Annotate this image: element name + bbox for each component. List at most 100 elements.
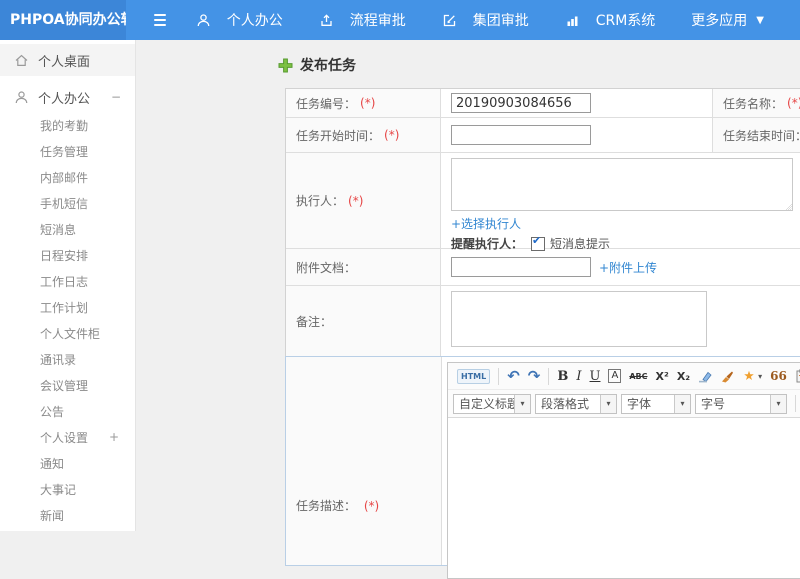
sidebar-item-label: 通讯录: [40, 352, 77, 367]
sidebar-item-personal-files[interactable]: 个人文件柜: [0, 320, 135, 346]
editor-content[interactable]: [448, 418, 800, 578]
sidebar-item-work-log[interactable]: 工作日志: [0, 268, 135, 294]
sidebar-item-mobile-sms[interactable]: 手机短信: [0, 190, 135, 216]
eraser-icon[interactable]: [698, 370, 712, 383]
chevron-down-icon: ▾: [514, 394, 530, 413]
paste-icon[interactable]: T: [795, 369, 800, 383]
attachment-value-cell: +附件上传: [441, 249, 800, 285]
sidebar-item-personal-settings[interactable]: 个人设置 +: [0, 424, 135, 450]
sidebar-item-schedule[interactable]: 日程安排: [0, 242, 135, 268]
sidebar-item-news[interactable]: 新闻: [0, 502, 135, 528]
font-style-button[interactable]: A: [608, 369, 622, 383]
home-icon: [14, 53, 29, 68]
nav-label: 流程审批: [349, 13, 406, 29]
start-time-value-cell: [441, 118, 713, 152]
task-number-input[interactable]: [451, 93, 591, 113]
italic-button[interactable]: I: [576, 369, 581, 384]
sidebar-item-personal-desktop[interactable]: 个人桌面: [0, 44, 135, 76]
attachment-upload-link[interactable]: +附件上传: [599, 259, 657, 276]
strikethrough-button[interactable]: ABC: [629, 372, 647, 381]
sidebar-item-label: 工作日志: [40, 274, 89, 289]
subscript-button[interactable]: X₂: [677, 370, 690, 383]
font-family-select[interactable]: 字体 ▾: [621, 393, 691, 414]
nav-group-approval[interactable]: 集团审批: [442, 10, 529, 30]
executor-label-cell: 执行人： (*): [286, 153, 441, 248]
sidebar-item-label: 通知: [40, 456, 65, 471]
sidebar-item-label: 公告: [40, 404, 65, 419]
expand-plus-icon[interactable]: +: [109, 430, 119, 444]
underline-button[interactable]: U: [590, 369, 601, 384]
choose-executor-link[interactable]: +选择执行人: [451, 215, 521, 232]
sidebar-item-internal-mail[interactable]: 内部邮件: [0, 164, 135, 190]
sidebar-item-major-events[interactable]: 大事记: [0, 476, 135, 502]
required-mark: (*): [348, 193, 364, 208]
task-number-label-cell: 任务编号： (*): [286, 89, 441, 117]
task-description-section: 任务描述： (*) HTML ↶ ↷ B I U A ABC X² X₂ ▾ 6…: [285, 356, 800, 579]
editor-toolbar-row2: 自定义标题 ▾ 段落格式 ▾ 字体 ▾ 字号 ▾: [448, 390, 800, 418]
sidebar-item-announcement[interactable]: 公告: [0, 398, 135, 424]
rich-text-editor: HTML ↶ ↷ B I U A ABC X² X₂ ▾ 66 自定义标题 ▾ …: [447, 362, 800, 579]
sidebar-item-task-management[interactable]: 任务管理: [0, 138, 135, 164]
end-time-label-cell: 任务结束时间： (*): [713, 118, 800, 152]
nav-crm-system[interactable]: CRM系统: [565, 10, 655, 30]
remark-value-cell: [441, 286, 800, 356]
collapse-minus-icon[interactable]: −: [111, 90, 121, 104]
field-label: 任务名称：: [723, 96, 784, 111]
row-task-number: 任务编号： (*) 任务名称： (*): [286, 89, 800, 118]
sidebar-item-label: 日程安排: [40, 248, 89, 263]
blockquote-icon[interactable]: 66: [770, 369, 787, 383]
field-label: 任务开始时间：: [296, 128, 381, 143]
sidebar-item-label: 工作计划: [40, 300, 89, 315]
sidebar-item-contacts[interactable]: 通讯录: [0, 346, 135, 372]
field-label: 备注：: [296, 314, 333, 329]
sidebar-item-label: 个人文件柜: [40, 326, 101, 341]
executor-textarea[interactable]: [451, 158, 793, 211]
brush-icon[interactable]: [720, 370, 734, 383]
sms-tip-checkbox[interactable]: ✔: [531, 233, 546, 251]
custom-title-select[interactable]: 自定义标题 ▾: [453, 393, 531, 414]
nav-more-apps[interactable]: 更多应用 ▼: [691, 10, 764, 30]
start-time-input[interactable]: [451, 125, 591, 145]
sidebar-item-label: 任务管理: [40, 144, 89, 159]
nav-process-approval[interactable]: 流程审批: [319, 10, 406, 30]
page-heading: 发布任务: [278, 55, 356, 75]
chevron-down-icon: ▾: [674, 394, 690, 413]
row-remark: 备注：: [286, 286, 800, 356]
undo-icon[interactable]: ↶: [507, 367, 520, 385]
remark-textarea[interactable]: [451, 291, 707, 347]
field-label: 任务编号：: [296, 96, 357, 111]
attachment-input[interactable]: [451, 257, 591, 277]
checkbox-check-icon: ✔: [532, 233, 542, 247]
sidebar-item-label: 内部邮件: [40, 170, 89, 185]
sidebar-item-personal-office[interactable]: 个人办公 −: [0, 82, 135, 112]
start-time-label-cell: 任务开始时间： (*): [286, 118, 441, 152]
sidebar-item-notice[interactable]: 通知: [0, 450, 135, 476]
select-label: 自定义标题: [459, 397, 514, 411]
select-label: 字体: [627, 397, 652, 411]
hamburger-menu-icon[interactable]: [153, 14, 166, 26]
nav-personal-office[interactable]: 个人办公: [196, 10, 283, 30]
sidebar: 个人桌面 个人办公 − 我的考勤 任务管理 内部邮件 手机短信 短消息 日程安排…: [0, 40, 136, 531]
chevron-down-icon: ▼: [756, 14, 764, 26]
redo-icon[interactable]: ↷: [528, 367, 541, 385]
bold-button[interactable]: B: [557, 369, 568, 384]
superscript-button[interactable]: X²: [656, 370, 669, 383]
chevron-down-icon: ▾: [758, 371, 763, 381]
select-label: 段落格式: [541, 397, 590, 411]
required-mark: (*): [787, 96, 800, 110]
font-size-select[interactable]: 字号 ▾: [695, 393, 787, 414]
field-label: 任务描述：: [296, 499, 357, 513]
add-plus-icon: [278, 58, 293, 73]
sparkle-wand-icon[interactable]: ▾: [742, 370, 762, 383]
sidebar-item-short-message[interactable]: 短消息: [0, 216, 135, 242]
sidebar-item-meeting-management[interactable]: 会议管理: [0, 372, 135, 398]
paragraph-format-select[interactable]: 段落格式 ▾: [535, 393, 617, 414]
html-source-button[interactable]: HTML: [457, 368, 491, 384]
edit-icon: [442, 13, 464, 28]
sidebar-item-label: 我的考勤: [40, 118, 89, 133]
sidebar-item-label: 新闻: [40, 508, 65, 523]
sidebar-item-work-plan[interactable]: 工作计划: [0, 294, 135, 320]
sidebar-item-my-attendance[interactable]: 我的考勤: [0, 112, 135, 138]
required-mark: (*): [360, 96, 376, 110]
row-start-time: 任务开始时间： (*) 任务结束时间： (*): [286, 118, 800, 153]
